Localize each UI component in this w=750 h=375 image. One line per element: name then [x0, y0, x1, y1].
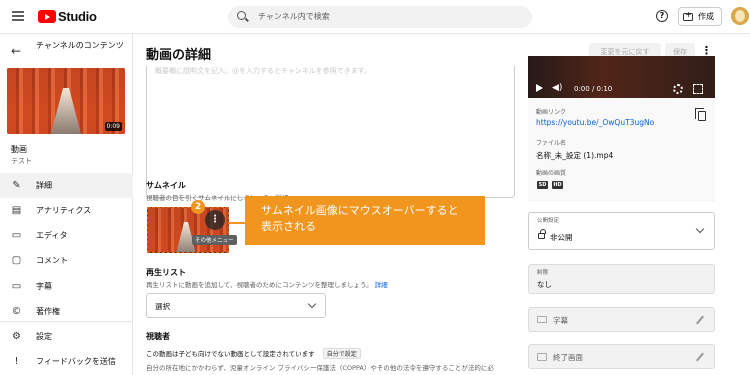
playlist-section-title: 再生リスト: [146, 268, 186, 277]
avatar[interactable]: [731, 7, 749, 25]
youtube-studio-logo[interactable]: Studio: [38, 9, 97, 24]
logo-text: Studio: [58, 9, 97, 24]
create-button[interactable]: 作成: [678, 7, 722, 26]
description-text: 概要欄に説明文を記入。@を入力するとチャンネルを参照できます。: [155, 67, 372, 75]
chevron-down-icon: [695, 224, 705, 234]
main-content: 動画の詳細 変更を元に戻す 保存 ⋮ 概要欄に説明文を記入。@を入力するとチャン…: [133, 34, 750, 375]
audience-status-text: この動画は子ども向けでない動画として設定されています: [146, 350, 315, 358]
endscreen-field[interactable]: 終了画面: [528, 344, 715, 369]
filename-label: ファイル名: [536, 140, 567, 147]
subtitles-field[interactable]: 字幕: [528, 307, 715, 332]
fullscreen-icon[interactable]: [693, 84, 703, 94]
thumbnail-more-menu-button[interactable]: ⋮: [205, 210, 225, 230]
sidebar-item-feedback[interactable]: ! フィードバックを送信: [0, 349, 133, 374]
playlist-select[interactable]: 選択: [146, 293, 326, 318]
page-title: 動画の詳細: [146, 48, 212, 63]
lock-icon: [538, 229, 546, 239]
restriction-label: 制限: [537, 270, 549, 276]
sd-badge: SD: [537, 181, 548, 189]
sidebar-divider: [0, 321, 133, 322]
audience-badge: 自分で設定: [322, 348, 361, 359]
video-add-icon: [683, 10, 693, 21]
callout-line-1: サムネイル画像にマウスオーバーすると: [261, 204, 459, 217]
sidebar-item-comments[interactable]: ▢ コメント: [0, 248, 133, 273]
copy-icon[interactable]: [695, 108, 706, 121]
sidebar-item-label: エディタ: [36, 231, 68, 240]
sidebar-item-label: 字幕: [36, 282, 52, 291]
filename-value: 名称_未_設定 (1).mp4: [536, 151, 614, 160]
search-placeholder: チャンネル内で検索: [258, 12, 330, 21]
visibility-value: 非公開: [550, 233, 573, 242]
subtitles-label: 字幕: [553, 316, 568, 325]
quality-label: 動画の画質: [536, 170, 567, 177]
channel-content-link[interactable]: チャンネルのコンテンツ: [36, 40, 126, 52]
pencil-icon[interactable]: [696, 315, 704, 325]
playlist-select-value: 選択: [155, 302, 170, 311]
video-player[interactable]: ◀) 0:00 / 0:10: [528, 56, 715, 98]
volume-icon[interactable]: ◀): [552, 83, 562, 93]
analytics-icon: ▤: [11, 205, 22, 216]
playlist-desc-text: 再生リストに動画を追加して、視聴者のためにコンテンツを整理しましょう。: [146, 281, 373, 289]
sidebar-item-settings[interactable]: ⚙ 設定: [0, 324, 133, 349]
playlist-section-desc: 再生リストに動画を追加して、視聴者のためにコンテンツを整理しましょう。 詳細: [146, 279, 388, 289]
endscreen-icon: [537, 353, 547, 361]
sidebar-item-label: 設定: [36, 332, 52, 341]
copyright-icon: ©: [11, 306, 22, 317]
youtube-logo-icon: [38, 10, 56, 23]
comment-icon: ▢: [11, 255, 22, 266]
visibility-label: 公開設定: [537, 218, 560, 224]
menu-icon[interactable]: [12, 11, 24, 21]
video-thumbnail[interactable]: 0:09: [7, 68, 125, 134]
help-icon[interactable]: ?: [656, 10, 668, 22]
search-input[interactable]: チャンネル内で検索: [228, 6, 532, 28]
hd-badge: HD: [552, 181, 563, 189]
playlist-learn-more-link[interactable]: 詳細: [375, 281, 388, 289]
step-number-badge: 2: [191, 200, 205, 214]
sidebar-item-analytics[interactable]: ▤ アナリティクス: [0, 198, 133, 223]
sidebar: ← チャンネルのコンテンツ 0:09 動画 テスト ✎ 詳細 ▤ アナリティクス…: [0, 34, 133, 375]
video-link[interactable]: https://youtu.be/_OwQuT3ugNo: [536, 118, 654, 127]
back-arrow-icon[interactable]: ←: [11, 44, 21, 58]
subtitles-icon: [537, 316, 547, 323]
gear-icon: ⚙: [12, 331, 21, 342]
sidebar-item-subtitles[interactable]: ▭ 字幕: [0, 274, 133, 299]
chevron-down-icon: [307, 299, 317, 309]
description-field[interactable]: 概要欄に説明文を記入。@を入力するとチャンネルを参照できます。: [146, 66, 515, 198]
visibility-select[interactable]: 公開設定 非公開: [528, 212, 715, 250]
sidebar-item-label: アナリティクス: [36, 206, 92, 215]
sidebar-item-label: 詳細: [36, 181, 52, 190]
video-label: 動画: [11, 145, 27, 154]
duration-badge: 0:09: [104, 122, 122, 131]
player-settings-icon[interactable]: [673, 84, 683, 94]
restriction-field: 制限 なし: [528, 264, 715, 294]
video-link-label: 動画リンク: [536, 109, 567, 116]
endscreen-label: 終了画面: [553, 353, 583, 362]
play-icon[interactable]: [536, 84, 543, 92]
sidebar-item-details[interactable]: ✎ 詳細: [0, 173, 133, 198]
audience-status: この動画は子ども向けでない動画として設定されています 自分で設定: [146, 348, 361, 359]
search-icon: [237, 11, 246, 20]
annotation-callout: サムネイル画像にマウスオーバーすると 表示される: [245, 196, 485, 245]
video-title: テスト: [11, 157, 32, 165]
audience-legal-text: 自分の所在地にかかわらず、児童オンライン プライバシー保護法（COPPA）やその…: [146, 364, 494, 372]
sidebar-item-label: コメント: [36, 256, 68, 265]
thumbnail-menu-tooltip: その他メニュー: [192, 235, 237, 245]
callout-connector: [229, 222, 245, 224]
sidebar-item-label: 著作権: [36, 307, 60, 316]
feedback-icon: !: [14, 356, 19, 367]
top-bar: Studio チャンネル内で検索 ? 作成: [0, 0, 750, 34]
audience-section-title: 視聴者: [146, 332, 170, 341]
sidebar-item-label: フィードバックを送信: [36, 357, 116, 366]
create-label: 作成: [698, 12, 714, 21]
sidebar-item-editor[interactable]: ▭ エディタ: [0, 223, 133, 248]
pencil-icon[interactable]: [696, 352, 704, 362]
restriction-value: なし: [537, 280, 552, 289]
player-time: 0:00 / 0:10: [574, 85, 613, 93]
callout-line-2: 表示される: [261, 220, 316, 233]
thumbnail-section-title: サムネイル: [146, 181, 186, 190]
pencil-icon: ✎: [12, 180, 21, 191]
editor-icon: ▭: [11, 230, 22, 241]
subtitles-icon: ▭: [11, 281, 22, 292]
